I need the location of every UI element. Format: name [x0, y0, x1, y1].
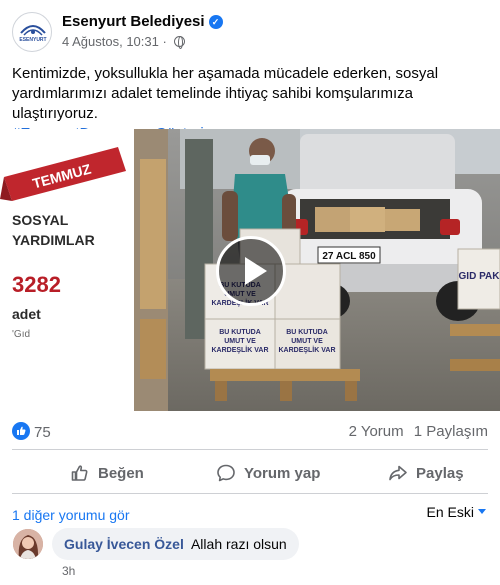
comments-section: 1 diğer yorumu gör En Eski Gulay İvecen … [0, 500, 500, 585]
comment-sort-label: En Eski [426, 504, 474, 520]
comment-text: Allah razı olsun [190, 536, 287, 552]
stats-right: 2 Yorum 1 Paylaşım [343, 423, 488, 440]
logo-text: ESENYURT [19, 37, 46, 43]
box-label-line3-b: KARDEŞLİK VAR [211, 346, 268, 354]
page-avatar[interactable]: ESENYURT [12, 12, 52, 52]
post-text: Kentimizde, yoksullukla her aşamada müca… [12, 65, 439, 122]
box-label-line1-b: BU KUTUDA [219, 329, 261, 336]
share-arrow-icon [389, 465, 407, 481]
aid-count: 3282 [12, 272, 61, 297]
comment-count[interactable]: 2 Yorum [349, 423, 404, 440]
like-button-label: Beğen [98, 464, 144, 482]
post-header: ESENYURT Esenyurt Belediyesi ✓ 4 Ağustos,… [0, 0, 500, 60]
globe-icon [174, 36, 186, 49]
play-button-icon[interactable] [216, 236, 286, 306]
comment-bubble: Gulay İvecen Özel Allah razı olsun [52, 528, 299, 560]
share-button[interactable]: Paylaş [388, 456, 464, 490]
box-label-line1-c: BU KUTUDA [286, 329, 328, 336]
headline-line2: YARDIMLAR [12, 232, 95, 248]
thumbs-up-icon [71, 465, 88, 481]
comment-button[interactable]: Yorum yap [216, 456, 320, 490]
share-count[interactable]: 1 Paylaşım [414, 423, 488, 440]
aid-subtitle: 'Gıd [12, 329, 30, 340]
like-button[interactable]: Beğen [70, 456, 144, 490]
comment-timestamp[interactable]: 3h [62, 564, 75, 578]
post-meta: 4 Ağustos, 10:31 · [62, 34, 186, 49]
like-reaction-icon [12, 422, 30, 440]
share-button-label: Paylaş [416, 464, 464, 482]
license-plate: 27 ACL 850 [322, 251, 376, 262]
commenter-photo [13, 529, 43, 559]
verified-badge-icon: ✓ [208, 15, 223, 29]
box-label-line3-c: KARDEŞLİK VAR [278, 346, 335, 354]
meta-separator: · [162, 34, 167, 49]
chevron-down-icon [478, 509, 486, 514]
comment-author[interactable]: Gulay İvecen Özel [64, 536, 184, 552]
headline-line1: SOSYAL [12, 212, 69, 228]
esenyurt-logo-icon: ESENYURT [19, 25, 47, 43]
post-timestamp[interactable]: 4 Ağustos, 10:31 [62, 34, 159, 49]
aid-unit: adet [12, 306, 41, 322]
divider-bottom [12, 493, 488, 494]
view-more-comments-link[interactable]: 1 diğer yorumu gör [12, 507, 130, 523]
comment-bubble-icon [217, 464, 235, 482]
page-name[interactable]: Esenyurt Belediyesi [62, 13, 205, 30]
action-bar: Beğen Yorum yap Paylaş [0, 456, 500, 490]
post-stats: 75 2 Yorum 1 Paylaşım [0, 418, 500, 446]
page-name-link[interactable]: Esenyurt Belediyesi ✓ [62, 13, 223, 30]
divider-top [12, 449, 488, 450]
box-label-line2-b: UMUT VE [224, 338, 256, 345]
commenter-avatar[interactable] [13, 529, 43, 559]
reaction-summary[interactable]: 75 [12, 422, 51, 441]
comment-sort-dropdown[interactable]: En Eski [427, 504, 486, 520]
right-box-label: GID PAK [459, 271, 500, 282]
comment-button-label: Yorum yap [244, 464, 321, 482]
like-count: 75 [34, 424, 51, 441]
box-label-line2-c: UMUT VE [291, 338, 323, 345]
